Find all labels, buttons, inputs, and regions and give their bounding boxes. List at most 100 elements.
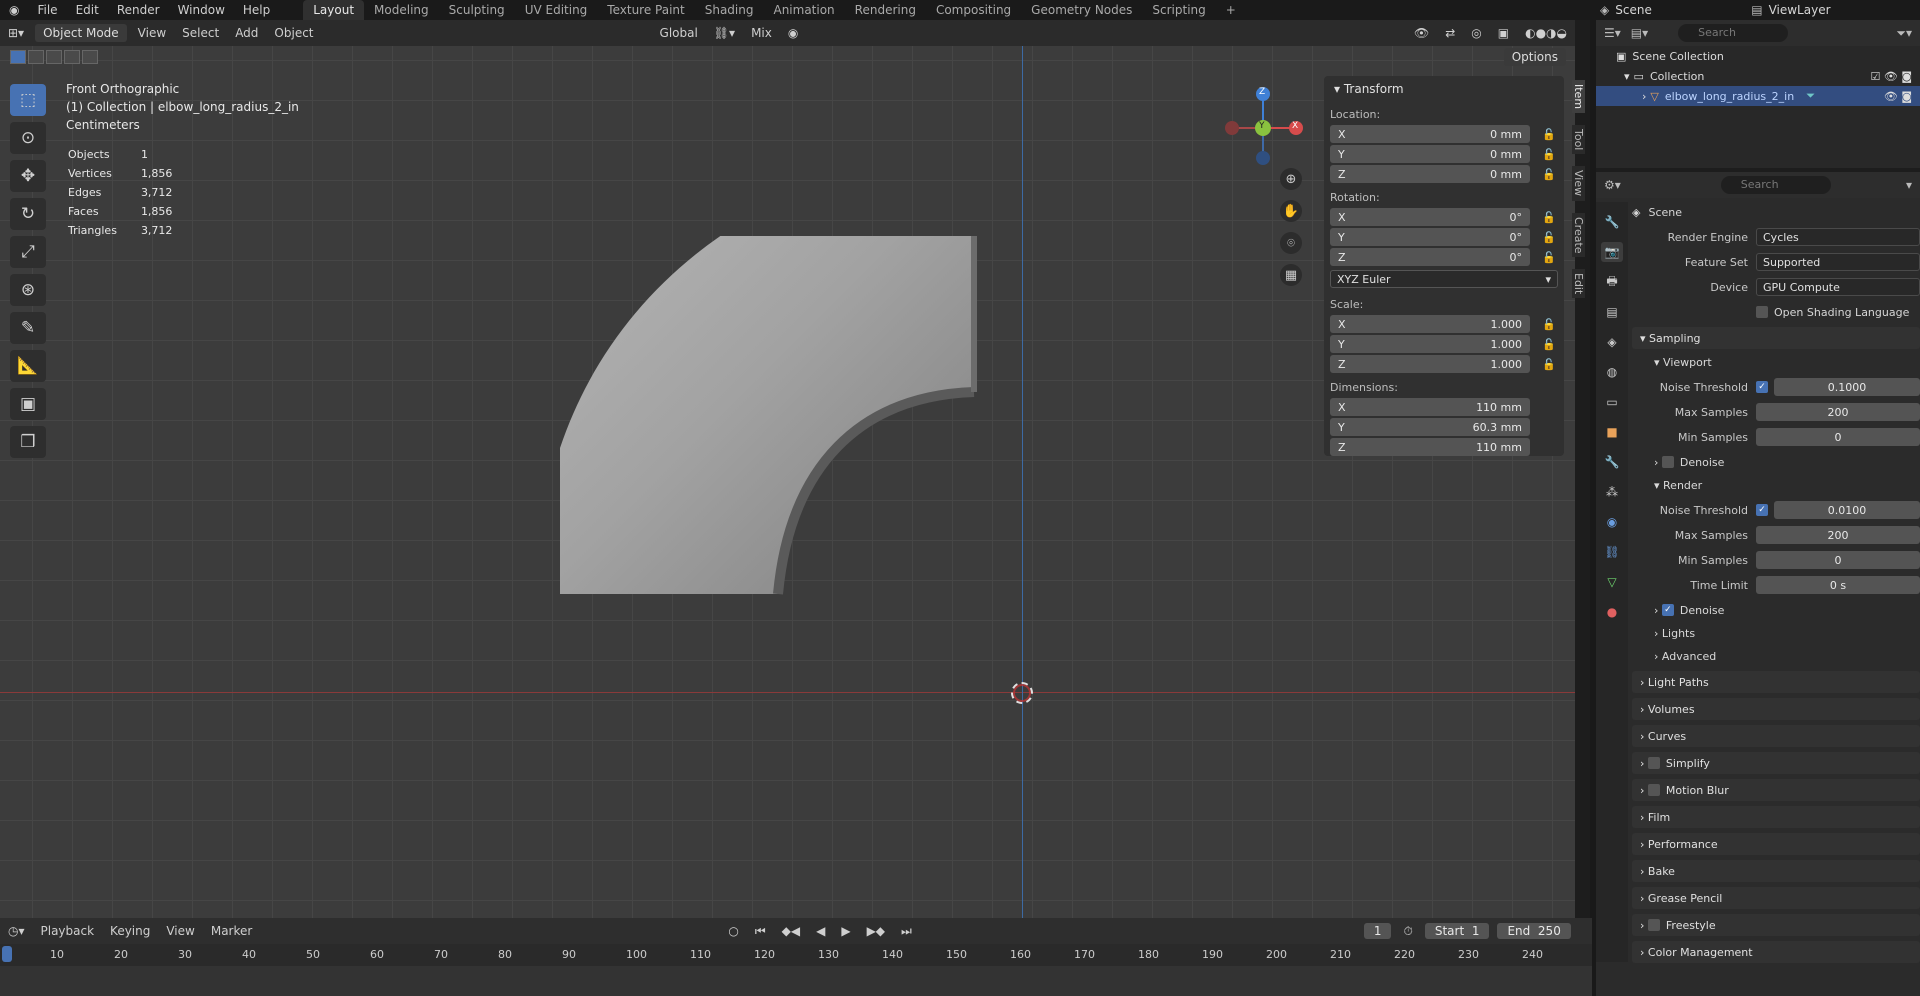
filter-icon[interactable]: ⏷▾ [1896,26,1912,41]
camera-view-icon[interactable]: ⌾ [1280,232,1302,254]
film-section[interactable]: › Film [1632,806,1920,828]
feature-set-dropdown[interactable]: Supported [1756,253,1920,271]
overlay-toggle-icon[interactable]: ◎ [1463,26,1489,40]
motion-blur-checkbox[interactable] [1647,784,1660,796]
menu-select[interactable]: Select [174,26,227,40]
select-intersect-icon[interactable] [82,50,98,64]
tab-view[interactable]: View [1572,166,1585,201]
jump-end-icon[interactable]: ⏭ [893,924,920,939]
lock-icon[interactable]: 🔓 [1540,211,1558,224]
simplify-section[interactable]: › Simplify [1632,752,1920,774]
lock-icon[interactable]: 🔓 [1540,231,1558,244]
tab-sculpting[interactable]: Sculpting [439,0,515,20]
visibility-icon[interactable]: 👁 [1406,26,1437,40]
options-dropdown[interactable]: Options [1503,48,1566,66]
ortho-grid-icon[interactable]: ▦ [1280,264,1302,286]
scene-icon[interactable]: ◈ [1600,3,1609,17]
lock-icon[interactable]: 🔓 [1540,168,1558,181]
viewport-max-samples-field[interactable]: 200 [1756,403,1920,421]
viewport-denoise-subsection[interactable]: › Denoise [1632,452,1920,472]
menu-keying[interactable]: Keying [102,924,158,938]
menu-marker[interactable]: Marker [203,924,260,938]
render-noise-field[interactable]: 0.0100 [1774,501,1920,519]
move-tool-icon[interactable]: ✥ [10,160,46,192]
tab-create[interactable]: Create [1572,212,1585,258]
render-min-samples-field[interactable]: 0 [1756,551,1920,569]
proportional-edit-icon[interactable]: ◉ [780,26,806,40]
noise-threshold-checkbox[interactable]: ✓ [1756,504,1768,516]
constraints-props-icon[interactable]: ⛓ [1601,542,1623,562]
advanced-subsection[interactable]: › Advanced [1632,646,1920,666]
menu-add[interactable]: Add [227,26,266,40]
lock-icon[interactable]: 🔓 [1540,358,1558,371]
3d-cursor[interactable] [1011,682,1033,704]
select-extend-icon[interactable] [28,50,44,64]
menu-playback[interactable]: Playback [33,924,103,938]
render-engine-dropdown[interactable]: Cycles [1756,228,1920,246]
clock-icon[interactable]: ⏱ [1395,924,1420,939]
object-props-icon[interactable]: ■ [1601,422,1623,442]
lights-subsection[interactable]: › Lights [1632,623,1920,643]
jump-start-icon[interactable]: ⏮ [747,924,774,939]
scale-tool-icon[interactable]: ⤢ [10,236,46,268]
device-dropdown[interactable]: GPU Compute [1756,278,1920,296]
outliner-object[interactable]: › ▽ elbow_long_radius_2_in ⏷ 👁 ◙ [1596,86,1920,106]
menu-view[interactable]: View [130,26,174,40]
collection-props-icon[interactable]: ▭ [1601,392,1623,412]
navigation-gizmo[interactable]: Z X Y [1220,82,1306,172]
color-management-section[interactable]: › Color Management [1632,941,1920,963]
xray-toggle-icon[interactable]: ▣ [1490,26,1517,40]
tab-shading[interactable]: Shading [695,0,764,20]
scene-selector[interactable]: Scene [1615,3,1705,17]
properties-editor-icon[interactable]: ⚙▾ [1604,178,1621,192]
scale-z-field[interactable]: Z 1.000 [1330,355,1530,373]
auto-key-icon[interactable]: ○ [720,924,746,938]
view-layer-icon[interactable]: ▤ [1601,302,1623,322]
frame-ruler[interactable]: 10 20 30 40 50 60 70 80 90 100 110 120 130 140 150 160 1… [0,946,1592,964]
simplify-checkbox[interactable] [1647,757,1660,769]
checkbox-icon[interactable]: ☑ 👁 ◙ [1871,70,1913,83]
shading-modes-icon[interactable]: ◐●◑◒ [1517,26,1575,40]
location-x-field[interactable]: X0 mm [1330,125,1530,143]
transform-orientation-dropdown[interactable]: Global [652,26,706,40]
bake-section[interactable]: › Bake [1632,860,1920,882]
tab-item[interactable]: Item [1572,80,1585,114]
gizmo-toggle-icon[interactable]: ⇄ [1437,26,1463,40]
denoise-checkbox[interactable] [1661,456,1674,468]
play-reverse-icon[interactable]: ◀ [808,924,833,938]
outliner-scene-collection[interactable]: ▣ Scene Collection [1596,46,1920,66]
playhead[interactable] [2,946,12,962]
scene-props-icon[interactable]: ◈ [1601,332,1623,352]
annotate-tool-icon[interactable]: ✎ [10,312,46,344]
properties-search-input[interactable]: Search [1720,176,1831,194]
scale-y-field[interactable]: Y 1.000 [1330,335,1530,353]
select-new-icon[interactable] [10,50,26,64]
data-props-icon[interactable]: ▽ [1601,572,1623,592]
rotation-y-field[interactable]: Y 0° [1330,228,1530,246]
add-cube-tool-icon[interactable]: ▣ [10,388,46,420]
menu-file[interactable]: File [28,0,66,20]
pan-hand-icon[interactable]: ✋ [1280,200,1302,222]
grease-pencil-section[interactable]: › Grease Pencil [1632,887,1920,909]
lock-icon[interactable]: 🔓 [1540,148,1558,161]
lock-icon[interactable]: 🔓 [1540,318,1558,331]
add-object-tool-icon[interactable]: ❒ [10,426,46,458]
tab-geometry-nodes[interactable]: Geometry Nodes [1021,0,1142,20]
expand-icon[interactable]: › [1642,90,1646,103]
viewlayer-selector[interactable]: ViewLayer [1769,3,1831,17]
world-props-icon[interactable]: ◍ [1601,362,1623,382]
location-y-field[interactable]: Y0 mm [1330,145,1530,163]
tab-layout[interactable]: Layout [303,0,365,20]
rotation-mode-dropdown[interactable]: XYZ Euler ▾ [1330,270,1558,288]
collapse-icon[interactable]: ▾ [1906,178,1912,192]
viewlayer-icon[interactable]: ▤ [1751,3,1762,17]
sampling-section[interactable]: ▾ Sampling [1632,327,1920,349]
tab-texture-paint[interactable]: Texture Paint [597,0,694,20]
dimension-z-field[interactable]: Z 110 mm [1330,438,1530,456]
rotate-tool-icon[interactable]: ↻ [10,198,46,230]
menu-help[interactable]: Help [234,0,279,20]
timeline-track[interactable] [0,966,1592,996]
material-props-icon[interactable]: ● [1601,602,1623,622]
select-box-tool-icon[interactable]: ⬚ [10,84,46,116]
outliner-collection[interactable]: ▾ ▭ Collection ☑ 👁 ◙ [1596,66,1920,86]
